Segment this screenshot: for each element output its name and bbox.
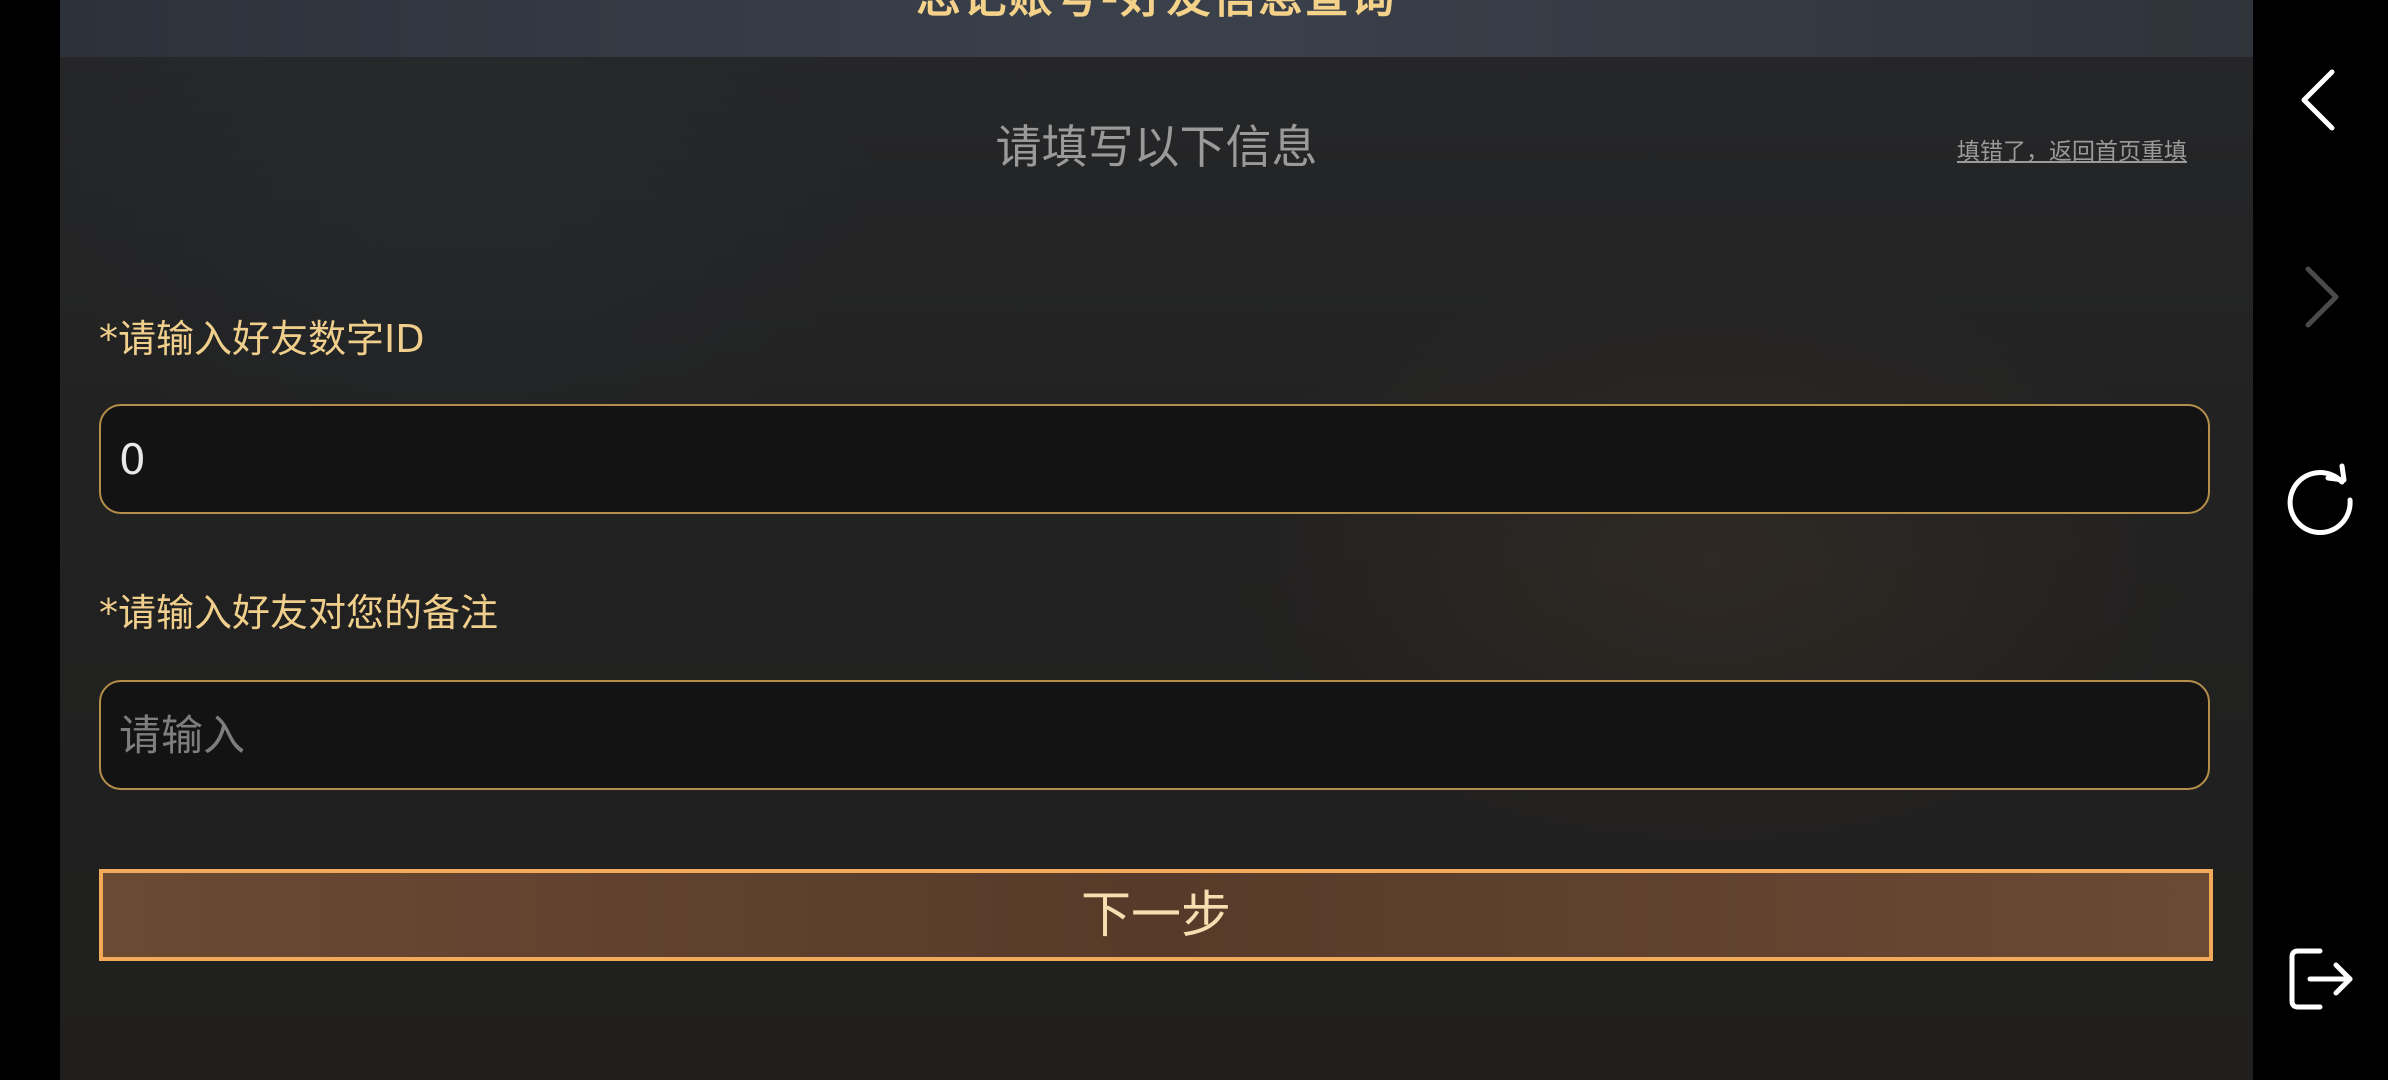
side-nav bbox=[2253, 0, 2388, 1080]
next-button[interactable]: 下一步 bbox=[99, 869, 2213, 961]
back-icon bbox=[2301, 69, 2335, 131]
refresh-button[interactable] bbox=[2275, 455, 2365, 545]
app-screen: 忘记账号-好友信息查询 请填写以下信息 填错了，返回首页重填 *请输入好友数字I… bbox=[0, 0, 2388, 1080]
main-panel: 忘记账号-好友信息查询 请填写以下信息 填错了，返回首页重填 *请输入好友数字I… bbox=[60, 0, 2253, 1080]
form-heading: 请填写以下信息 bbox=[995, 120, 1318, 174]
refresh-icon bbox=[2287, 463, 2353, 536]
title-bar: 忘记账号-好友信息查询 bbox=[60, 0, 2253, 57]
remark-label: *请输入好友对您的备注 bbox=[99, 591, 499, 635]
friend-id-input[interactable] bbox=[99, 404, 2210, 514]
forward-icon bbox=[2305, 266, 2339, 328]
page-title: 忘记账号-好友信息查询 bbox=[60, 0, 2253, 28]
friend-id-label: *请输入好友数字ID bbox=[99, 317, 425, 361]
exit-button[interactable] bbox=[2275, 934, 2365, 1024]
forward-button[interactable] bbox=[2275, 252, 2365, 342]
exit-icon bbox=[2289, 948, 2353, 1010]
back-button[interactable] bbox=[2275, 55, 2365, 145]
remark-input[interactable] bbox=[99, 680, 2210, 790]
reset-link[interactable]: 填错了，返回首页重填 bbox=[1957, 132, 2187, 166]
